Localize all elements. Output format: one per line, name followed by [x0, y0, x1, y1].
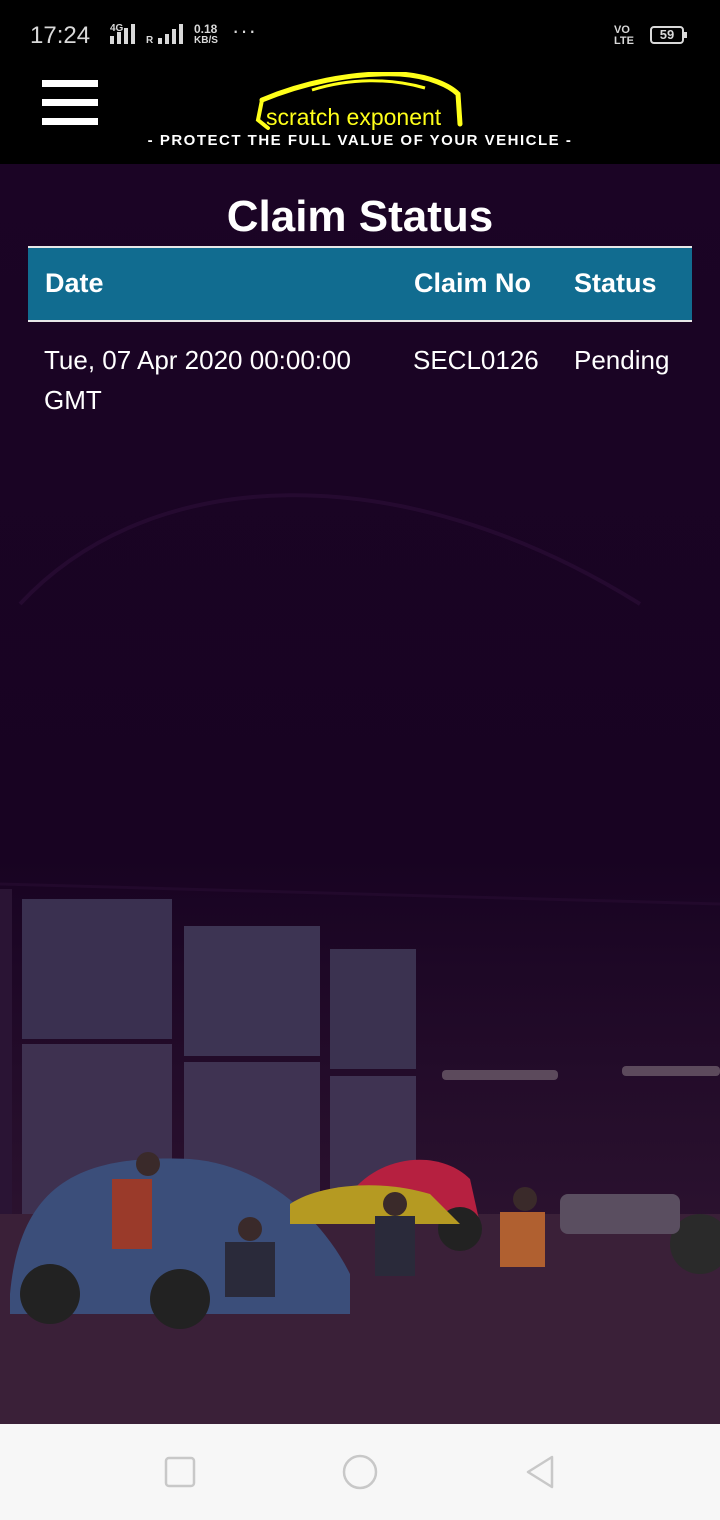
roaming-indicator: R [146, 35, 154, 46]
app-header: scratch exponent - PROTECT THE FULL VALU… [0, 71, 720, 164]
signal-icon-2 [158, 22, 183, 44]
volte-label-top: VO [614, 24, 630, 36]
claims-table: Date Claim No Status Tue, 07 Apr 2020 00… [28, 246, 692, 422]
header-claim-no: Claim No [414, 268, 532, 298]
brand-logo: scratch exponent - PROTECT THE FULL VALU… [140, 71, 580, 164]
table-row: Tue, 07 Apr 2020 00:00:00 GMT SECL0126 P… [28, 322, 692, 422]
row-date-line2: GMT [44, 385, 102, 415]
net-speed-value: 0.18 [194, 22, 218, 36]
logo-text: scratch exponent [266, 104, 442, 130]
row-date-line1: Tue, 07 Apr 2020 00:00:00 [44, 345, 351, 375]
circle-home-icon[interactable] [342, 1454, 378, 1490]
battery-level: 59 [659, 27, 675, 42]
signal-icon [110, 22, 135, 44]
row-date: Tue, 07 Apr 2020 00:00:00 GMT [44, 340, 351, 420]
more-notifications: ··· [232, 18, 257, 43]
hamburger-menu-icon[interactable] [42, 80, 98, 126]
status-bar: 17:24 4G R 0.18 KB/S ··· VO LTE 59 [0, 0, 720, 72]
table-header: Date Claim No Status [28, 246, 692, 322]
square-recents-icon[interactable] [162, 1454, 198, 1490]
system-nav-bar [0, 1424, 720, 1520]
row-claim-no: SECL0126 [413, 345, 539, 375]
volte-label-bottom: LTE [614, 35, 634, 47]
tagline: - PROTECT THE FULL VALUE OF YOUR VEHICLE… [147, 132, 573, 149]
header-status: Status [574, 268, 657, 298]
status-time: 17:24 [30, 22, 91, 49]
header-date: Date [45, 268, 104, 298]
net-speed-unit: KB/S [194, 35, 218, 46]
row-status: Pending [574, 345, 670, 375]
page-title: Claim Status [226, 192, 494, 241]
triangle-back-icon[interactable] [522, 1454, 558, 1490]
battery-icon: 59 [650, 26, 687, 44]
